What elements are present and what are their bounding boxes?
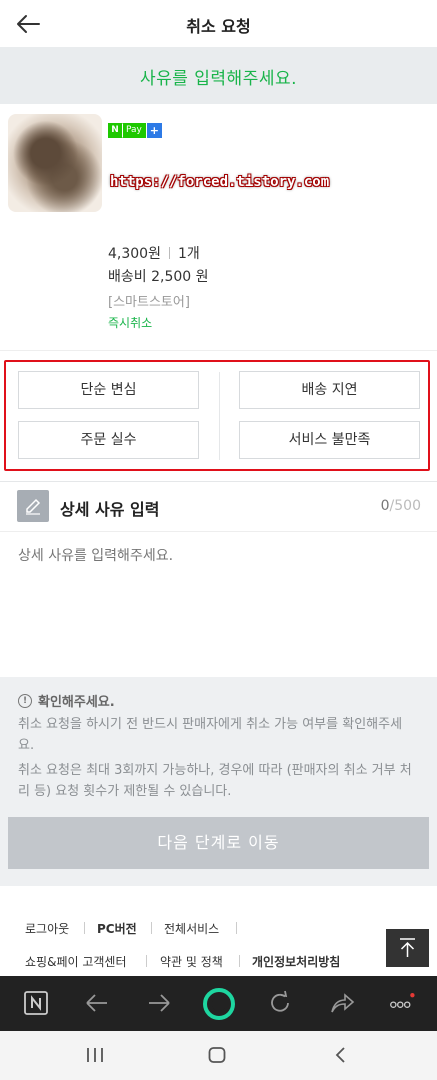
customer-center-link[interactable]: 쇼핑&페이 고객센터 [25, 953, 127, 970]
recent-apps-icon[interactable] [86, 1047, 104, 1063]
page-title: 취소 요청 [186, 17, 251, 36]
privacy-policy-link[interactable]: 개인정보처리방침 [252, 953, 340, 970]
char-count-current: 0 [380, 498, 390, 514]
browser-toolbar [0, 976, 437, 1031]
product-thumbnail[interactable] [8, 114, 102, 212]
more-icon[interactable] [389, 990, 415, 1016]
footer-divider [84, 922, 85, 934]
banner-text: 사유를 입력해주세요. [139, 69, 298, 89]
cancel-status: 즉시취소 [108, 316, 153, 330]
header: 취소 요청 [0, 0, 437, 47]
reason-button-service-dissatisfaction[interactable]: 서비스 불만족 [239, 421, 420, 459]
terms-link[interactable]: 약관 및 정책 [160, 953, 223, 970]
reason-divider [219, 372, 220, 460]
watermark-text: https://forced.tistory.com [110, 174, 330, 190]
system-navigation-bar [0, 1031, 437, 1080]
price-line: 4,300원 1개 [108, 243, 200, 263]
pc-version-link[interactable]: PC버전 [97, 920, 137, 937]
scroll-top-icon [400, 938, 415, 957]
detail-reason-title: 상세 사유 입력 [60, 500, 160, 519]
scroll-top-button[interactable] [386, 929, 429, 967]
notice-paragraph-1: 취소 요청을 하시기 전 반드시 판매자에게 취소 가능 여부를 확인해주세요. [18, 717, 403, 753]
shipping-fee: 배송비 2,500 원 [108, 269, 209, 285]
npay-label: Pay [122, 122, 146, 138]
pencil-icon [17, 490, 49, 522]
naver-home-icon[interactable] [23, 990, 49, 1016]
char-count-max: /500 [389, 498, 421, 514]
share-icon[interactable] [329, 990, 355, 1016]
divider [168, 247, 170, 259]
green-dot-icon[interactable] [202, 987, 236, 1021]
footer-divider [236, 922, 237, 934]
footer-divider [239, 955, 240, 967]
footer-divider [146, 955, 147, 967]
plus-icon: + [146, 122, 162, 138]
info-icon: ! [18, 693, 32, 708]
all-services-link[interactable]: 전체서비스 [164, 920, 219, 937]
divider [0, 531, 437, 532]
reason-button-delivery-delay[interactable]: 배송 지연 [239, 371, 420, 409]
refresh-icon[interactable] [267, 990, 293, 1016]
notice-paragraph-2: 취소 요청은 최대 3회까지 가능하나, 경우에 따라 (판매자의 취소 거부 … [18, 763, 412, 799]
reason-button-order-mistake[interactable]: 주문 실수 [18, 421, 199, 459]
home-icon[interactable] [208, 1047, 226, 1063]
notice-title-text: 확인해주세요. [38, 695, 115, 710]
npay-plus-badge: N Pay + [108, 122, 162, 138]
prompt-banner: 사유를 입력해주세요. [0, 47, 437, 104]
store-type: [스마트스토어] [108, 295, 190, 310]
forward-icon[interactable] [146, 990, 172, 1016]
footer-divider [151, 922, 152, 934]
detail-reason-input[interactable] [18, 548, 418, 564]
char-counter: 0/500 [381, 498, 421, 514]
logout-link[interactable]: 로그아웃 [25, 920, 69, 937]
divider [0, 481, 437, 482]
next-step-button[interactable]: 다음 단계로 이동 [8, 817, 429, 869]
product-price: 4,300원 [108, 246, 161, 262]
back-icon[interactable] [84, 990, 110, 1016]
product-quantity: 1개 [177, 246, 200, 262]
notice-title: ! 확인해주세요. [18, 691, 115, 710]
reason-button-simple-change[interactable]: 단순 변심 [18, 371, 199, 409]
npay-n-icon: N [108, 122, 122, 138]
system-back-icon[interactable] [334, 1047, 346, 1063]
